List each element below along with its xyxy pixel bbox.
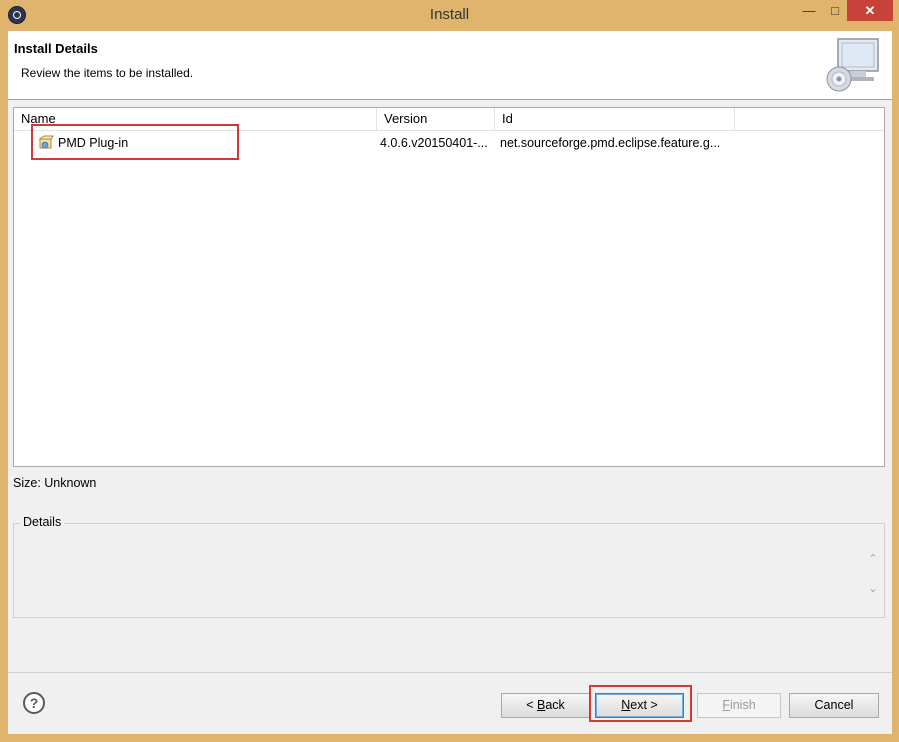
install-computer-icon: [826, 38, 879, 92]
row-id: net.sourceforge.pmd.eclipse.feature.g...: [500, 136, 721, 150]
row-version: 4.0.6.v20150401-...: [380, 136, 488, 150]
minimize-button[interactable]: —: [796, 0, 822, 21]
install-items-table[interactable]: Name Version Id PMD Plug-in 4.0.6.v20150…: [13, 107, 885, 467]
highlight-box-next: [589, 685, 692, 722]
scroll-up-arrow-icon[interactable]: ⌃: [866, 552, 880, 566]
details-text-area[interactable]: ⌃ ⌄: [14, 538, 884, 617]
cancel-button[interactable]: Cancel: [789, 693, 879, 718]
finish-button[interactable]: Finish: [697, 693, 781, 718]
dialog-client: Install Details Review the items to be i…: [8, 31, 892, 734]
close-button[interactable]: ✕: [847, 0, 893, 21]
header-banner: Install Details Review the items to be i…: [8, 31, 892, 100]
help-icon[interactable]: ?: [23, 692, 45, 714]
back-label-rest: ack: [545, 698, 565, 712]
back-prefix: <: [526, 698, 537, 712]
window-title: Install: [429, 6, 470, 23]
size-label: Size: Unknown: [13, 476, 97, 490]
page-subtitle: Review the items to be installed.: [21, 66, 194, 80]
scroll-down-arrow-icon[interactable]: ⌄: [866, 582, 880, 596]
maximize-button[interactable]: □: [822, 0, 848, 21]
column-header-version[interactable]: Version: [377, 108, 495, 130]
column-header-id[interactable]: Id: [495, 108, 735, 130]
button-bar-divider: [8, 672, 892, 673]
finish-label-rest: inish: [729, 698, 756, 712]
details-group: Details ⌃ ⌄: [13, 515, 885, 618]
page-title: Install Details: [14, 41, 98, 56]
back-button[interactable]: < Back: [501, 693, 590, 718]
finish-accelerator: F: [722, 698, 730, 712]
window-frame: Install — □ ✕ Install Details Review the…: [0, 0, 899, 742]
details-legend: Details: [20, 515, 65, 529]
highlight-box-plugin: [31, 124, 239, 160]
title-bar[interactable]: Install — □ ✕: [0, 0, 899, 31]
